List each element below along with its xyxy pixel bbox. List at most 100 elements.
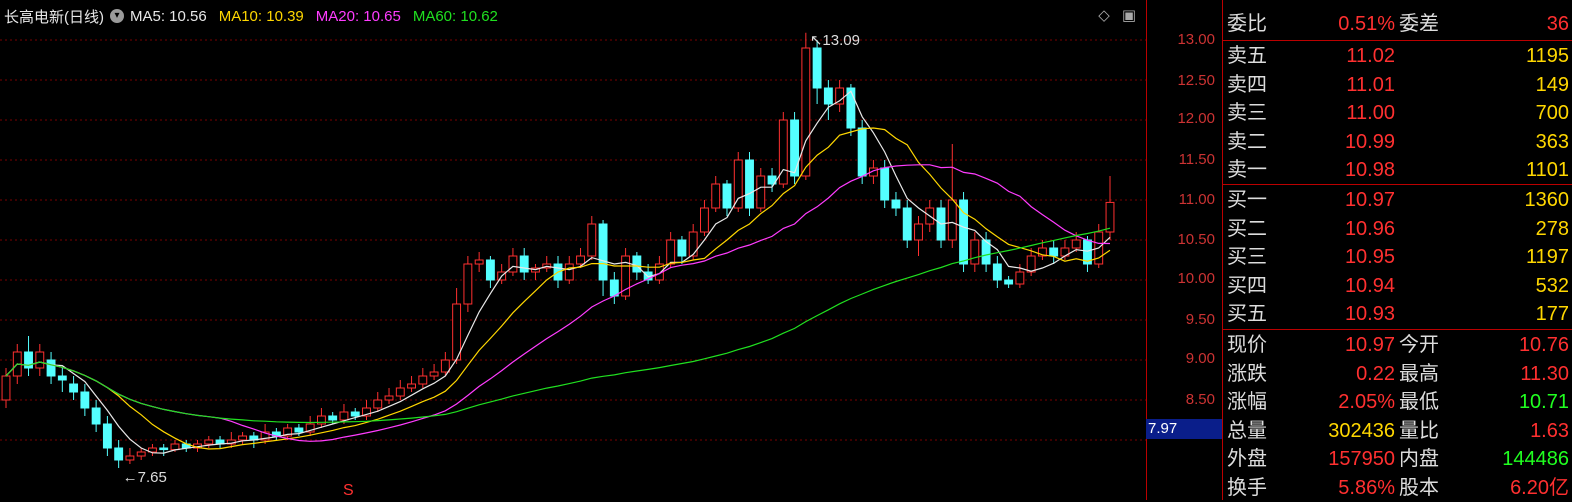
stat-label: 涨跌	[1227, 362, 1267, 385]
buy-volume: 1360	[1524, 189, 1570, 211]
candle[interactable]	[598, 220, 608, 296]
candle[interactable]	[474, 252, 484, 272]
candle[interactable]	[395, 380, 405, 400]
y-tick: 11.50	[1178, 151, 1215, 168]
candle[interactable]	[812, 40, 822, 104]
candle[interactable]	[745, 152, 754, 216]
chevron-down-icon[interactable]: ▾	[110, 9, 124, 23]
candle-body	[429, 371, 439, 377]
candle[interactable]	[24, 336, 33, 376]
candle[interactable]	[609, 272, 619, 304]
candle[interactable]	[148, 444, 157, 456]
buy-price: 10.93	[1344, 303, 1395, 325]
buy-row[interactable]: 买二 10.96 278	[1223, 215, 1572, 243]
candle[interactable]	[542, 256, 552, 272]
sell-row[interactable]: 卖五 11.02 1195	[1223, 42, 1572, 70]
candle-body	[823, 87, 833, 105]
candle[interactable]	[767, 168, 777, 192]
candle[interactable]	[362, 400, 371, 420]
candle[interactable]	[891, 192, 901, 216]
candle[interactable]	[1060, 240, 1070, 260]
sell-row[interactable]: 卖三 11.00 700	[1223, 99, 1572, 127]
candle[interactable]	[756, 168, 766, 212]
candle[interactable]	[914, 216, 923, 256]
candle[interactable]	[1105, 176, 1115, 240]
buy-row[interactable]: 买四 10.94 532	[1223, 272, 1572, 300]
candle[interactable]	[823, 80, 833, 120]
candle[interactable]	[91, 400, 101, 432]
candle[interactable]	[576, 248, 585, 268]
chart-toolbar: ◇ ▣	[1098, 6, 1136, 24]
candle[interactable]	[114, 440, 124, 468]
candle-body	[1071, 239, 1081, 249]
buy-row[interactable]: 买五 10.93 177	[1223, 300, 1572, 328]
candle[interactable]	[587, 216, 597, 260]
sell-row[interactable]: 卖四 11.01 149	[1223, 71, 1572, 99]
candle[interactable]	[1049, 240, 1059, 264]
candle[interactable]	[418, 368, 428, 388]
candle[interactable]	[384, 388, 394, 404]
candle[interactable]	[80, 384, 90, 416]
candle-body	[114, 447, 124, 461]
candle-body	[136, 451, 146, 457]
kline-chart[interactable]: ↖13.09 ←7.65 S 长高电新(日线) ▾ MA5: 10.56 MA10:…	[0, 0, 1146, 500]
candle[interactable]	[373, 392, 383, 412]
sell-volume: 363	[1535, 130, 1569, 153]
buy-row[interactable]: 买三 10.95 1197	[1223, 243, 1572, 271]
candle[interactable]	[700, 200, 709, 236]
y-tick: 9.00	[1185, 350, 1215, 367]
buy-price: 10.96	[1344, 217, 1395, 240]
buy-row[interactable]: 买一 10.97 1360	[1223, 186, 1572, 214]
sell-row[interactable]: 卖一 10.98 1101	[1223, 156, 1572, 184]
buy-volume: 177	[1535, 303, 1569, 325]
candle[interactable]	[519, 248, 529, 280]
buy-label: 买二	[1227, 217, 1267, 240]
candle[interactable]	[835, 80, 845, 112]
candle[interactable]	[125, 448, 135, 464]
candle[interactable]	[621, 248, 631, 300]
candle[interactable]	[801, 32, 811, 180]
quote-panel: 委比 0.51% 委差 36 卖五 11.02 1195 卖四 11.01 149…	[1222, 0, 1572, 500]
candle-body	[474, 259, 484, 265]
candle-body	[801, 47, 811, 177]
candle[interactable]	[463, 256, 473, 312]
sell-price: 11.02	[1346, 45, 1395, 67]
candle[interactable]	[981, 232, 991, 272]
candle[interactable]	[778, 112, 788, 188]
candle[interactable]	[271, 428, 281, 440]
sell-row[interactable]: 卖二 10.99 363	[1223, 128, 1572, 156]
candle[interactable]	[970, 232, 980, 272]
candle[interactable]	[654, 256, 664, 284]
candle[interactable]	[407, 376, 416, 392]
candle[interactable]	[531, 264, 540, 280]
candle[interactable]	[485, 256, 495, 288]
candle[interactable]	[102, 416, 112, 456]
sell-label: 卖二	[1227, 130, 1267, 153]
candle[interactable]	[1004, 276, 1014, 288]
candle[interactable]	[711, 176, 721, 212]
candle[interactable]	[204, 436, 214, 448]
candle[interactable]	[238, 432, 248, 444]
candle[interactable]	[508, 248, 518, 276]
panel-toggle-icon[interactable]: ▣	[1122, 6, 1136, 24]
candle[interactable]	[316, 408, 326, 428]
candle-body	[1, 375, 11, 401]
candle[interactable]	[305, 416, 315, 436]
candle[interactable]	[46, 352, 56, 384]
candle[interactable]	[429, 364, 439, 380]
weibi-label: 委比	[1227, 13, 1267, 35]
candle[interactable]	[57, 368, 67, 392]
candle-body	[125, 455, 135, 461]
diamond-icon[interactable]: ◇	[1098, 6, 1110, 24]
candle[interactable]	[215, 436, 225, 448]
candle[interactable]	[902, 200, 912, 248]
candle[interactable]	[35, 344, 45, 376]
divider	[1223, 40, 1572, 41]
candle-body	[328, 415, 338, 421]
candle[interactable]	[69, 376, 79, 400]
candle[interactable]	[159, 444, 169, 456]
buy-label: 买一	[1227, 189, 1267, 211]
candle[interactable]	[1, 368, 11, 408]
candle[interactable]	[992, 256, 1002, 288]
candle[interactable]	[722, 180, 732, 216]
